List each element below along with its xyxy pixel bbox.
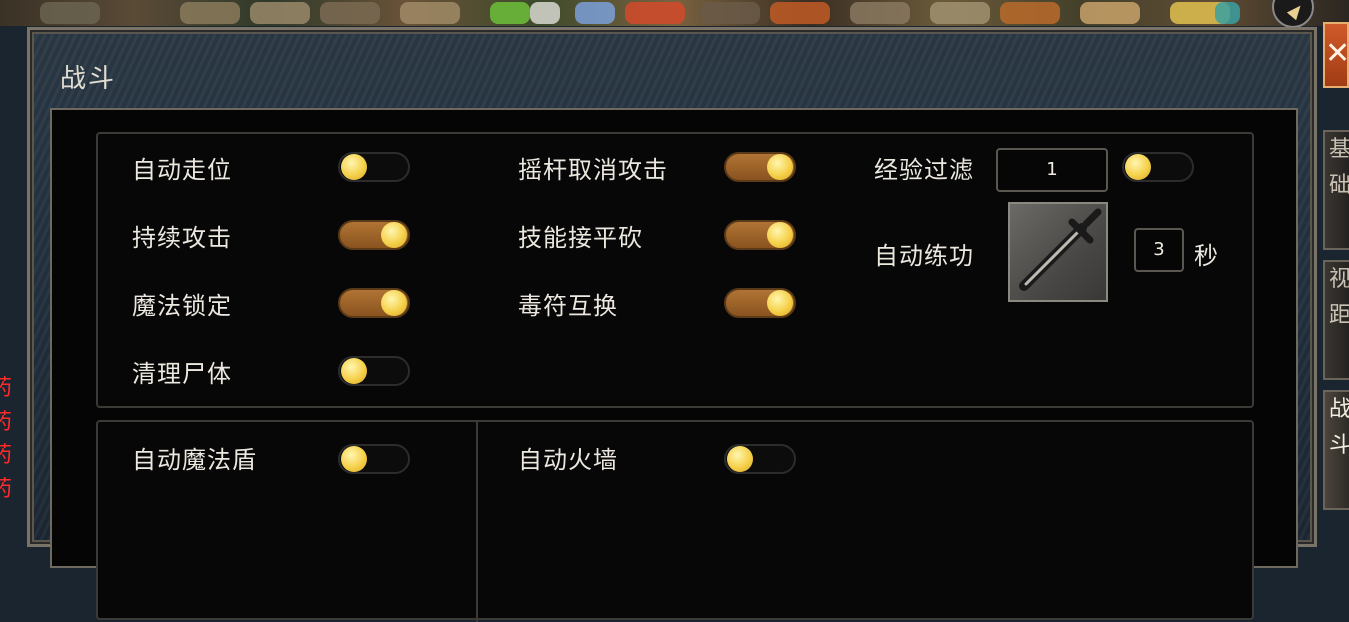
toggle-knob <box>767 222 793 248</box>
item-icon <box>490 2 530 24</box>
item-icon <box>700 2 760 24</box>
skill-slot-button[interactable] <box>1008 202 1108 302</box>
item-icon <box>575 2 615 24</box>
skill-combo-toggle[interactable] <box>724 220 796 250</box>
group-divider <box>476 422 478 622</box>
tab-battle[interactable]: 战斗 <box>1323 390 1349 510</box>
item-icon <box>770 2 830 24</box>
toggle-knob <box>1125 154 1151 180</box>
toggle-knob <box>341 358 367 384</box>
toggle-knob <box>767 290 793 316</box>
clear-corpse-toggle[interactable] <box>338 356 410 386</box>
item-icon <box>930 2 990 24</box>
joystick-cancel-attack-label: 摇杆取消攻击 <box>518 156 668 184</box>
auto-train-seconds-input[interactable]: 3 <box>1134 228 1184 272</box>
general-settings-group: 自动走位 持续攻击 魔法锁定 清理尸体 摇杆取消攻击 技能接平砍 毒符互换 经验… <box>96 132 1254 408</box>
continuous-attack-label: 持续攻击 <box>132 224 232 252</box>
settings-content: 自动走位 持续攻击 魔法锁定 清理尸体 摇杆取消攻击 技能接平砍 毒符互换 经验… <box>50 108 1298 622</box>
continuous-attack-toggle[interactable] <box>338 220 410 250</box>
panel-title: 战斗 <box>60 64 117 94</box>
tab-basic[interactable]: 基础 <box>1323 130 1349 250</box>
tab-view-distance[interactable]: 视距 <box>1323 260 1349 380</box>
toggle-knob <box>381 290 407 316</box>
poison-talisman-swap-label: 毒符互换 <box>518 292 618 320</box>
item-icon <box>40 2 100 24</box>
toggle-knob <box>381 222 407 248</box>
joystick-cancel-attack-toggle[interactable] <box>724 152 796 182</box>
clear-corpse-label: 清理尸体 <box>132 360 232 388</box>
auto-walk-toggle[interactable] <box>338 152 410 182</box>
poison-talisman-swap-toggle[interactable] <box>724 288 796 318</box>
battle-settings-panel: 战斗 自动走位 持续攻击 魔法锁定 清理尸体 摇杆取消攻击 技能接平砍 毒符互换… <box>27 27 1317 622</box>
magic-lock-toggle[interactable] <box>338 288 410 318</box>
item-icon <box>400 2 460 24</box>
item-icon <box>1215 2 1240 24</box>
item-icon <box>530 2 560 24</box>
top-item-strip <box>0 0 1349 28</box>
sword-icon <box>1019 208 1102 291</box>
item-icon <box>180 2 240 24</box>
magic-lock-label: 魔法锁定 <box>132 292 232 320</box>
item-icon <box>625 2 685 24</box>
item-icon <box>850 2 910 24</box>
compass-icon[interactable] <box>1272 0 1314 28</box>
auto-magic-shield-label: 自动魔法盾 <box>132 446 257 474</box>
item-icon <box>320 2 380 24</box>
seconds-unit-label: 秒 <box>1194 242 1219 270</box>
close-button[interactable]: ✕ <box>1323 22 1349 88</box>
exp-filter-input[interactable]: 1 <box>996 148 1108 192</box>
auto-magic-shield-toggle[interactable] <box>338 444 410 474</box>
auto-walk-label: 自动走位 <box>132 156 232 184</box>
skill-combo-label: 技能接平砍 <box>518 224 643 252</box>
auto-fire-wall-toggle[interactable] <box>724 444 796 474</box>
auto-fire-wall-label: 自动火墙 <box>518 446 618 474</box>
item-icon <box>1080 2 1140 24</box>
item-icon <box>250 2 310 24</box>
toggle-knob <box>341 154 367 180</box>
toggle-knob <box>727 446 753 472</box>
exp-filter-toggle[interactable] <box>1122 152 1194 182</box>
auto-train-label: 自动练功 <box>874 242 974 270</box>
auto-skill-group: 自动魔法盾 自动火墙 <box>96 420 1254 622</box>
exp-filter-label: 经验过滤 <box>874 156 974 184</box>
toggle-knob <box>341 446 367 472</box>
toggle-knob <box>767 154 793 180</box>
item-icon <box>1000 2 1060 24</box>
